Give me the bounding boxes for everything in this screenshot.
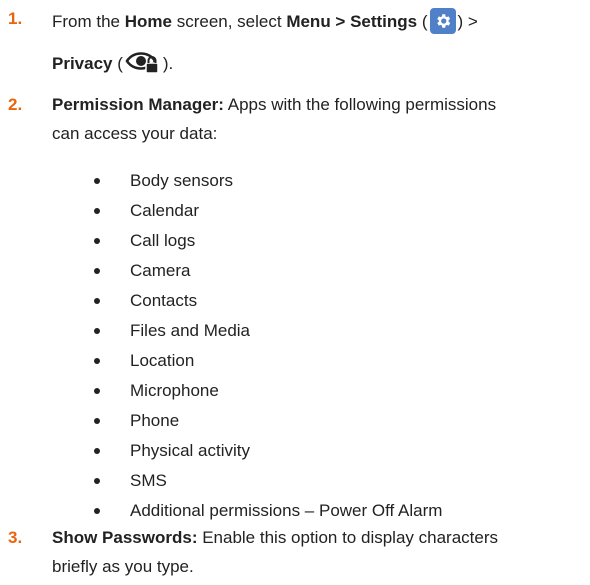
list-item: Call logs	[130, 231, 196, 250]
eye-lock-icon	[125, 49, 161, 81]
step-1-text: ) >	[457, 12, 478, 31]
list-item: Contacts	[130, 291, 198, 310]
step-1-text: ).	[162, 54, 174, 73]
bullet	[94, 358, 100, 364]
step-2-text: Apps with the following permissions	[223, 95, 497, 114]
bullet	[94, 178, 100, 184]
privacy-label: Privacy	[52, 54, 113, 73]
list-item: Body sensors	[130, 171, 233, 190]
bullet	[94, 328, 100, 334]
home-label: Home	[124, 12, 172, 31]
menu-settings-label: Menu > Settings	[286, 12, 418, 31]
step-1-line-1: From the Home screen, select Menu > Sett…	[52, 8, 478, 34]
bullet	[94, 388, 100, 394]
bullet	[94, 208, 100, 214]
step-2-number: 2.	[8, 95, 23, 114]
list-item: Files and Media	[130, 321, 251, 340]
step-1-text: (	[417, 12, 428, 31]
bullet	[94, 448, 100, 454]
permission-manager-label: Permission Manager:	[52, 95, 224, 114]
bullet	[94, 478, 100, 484]
list-item: Physical activity	[130, 441, 250, 460]
bullet	[94, 268, 100, 274]
list-item: Additional permissions – Power Off Alarm	[130, 501, 443, 520]
step-2-line-1: Permission Manager: Apps with the follow…	[52, 94, 496, 116]
bullet	[94, 298, 100, 304]
list-item: Calendar	[130, 201, 199, 220]
step-3-line-2: briefly as you type.	[52, 557, 194, 576]
step-3-text: Enable this option to display characters	[197, 528, 498, 547]
list-item: Location	[130, 351, 195, 370]
bullet	[94, 238, 100, 244]
bullet	[94, 418, 100, 424]
step-2-line-2: can access your data:	[52, 124, 218, 143]
step-1-text: (	[112, 54, 123, 73]
gear-icon	[429, 8, 456, 34]
step-3-line-1: Show Passwords: Enable this option to di…	[52, 527, 498, 549]
step-1-text: screen, select	[171, 12, 287, 31]
document: 1. From the Home screen, select Menu > S…	[0, 0, 590, 585]
list-item: Microphone	[130, 381, 219, 400]
step-1-text: From the	[52, 12, 125, 31]
bullet	[94, 508, 100, 514]
list-item: Phone	[130, 411, 180, 430]
list-item: Camera	[130, 261, 191, 280]
step-1-line-2: Privacy ().	[52, 49, 173, 81]
step-1-number: 1.	[8, 9, 23, 28]
step-3-number: 3.	[8, 528, 23, 547]
list-item: SMS	[130, 471, 167, 490]
show-passwords-label: Show Passwords:	[52, 528, 198, 547]
